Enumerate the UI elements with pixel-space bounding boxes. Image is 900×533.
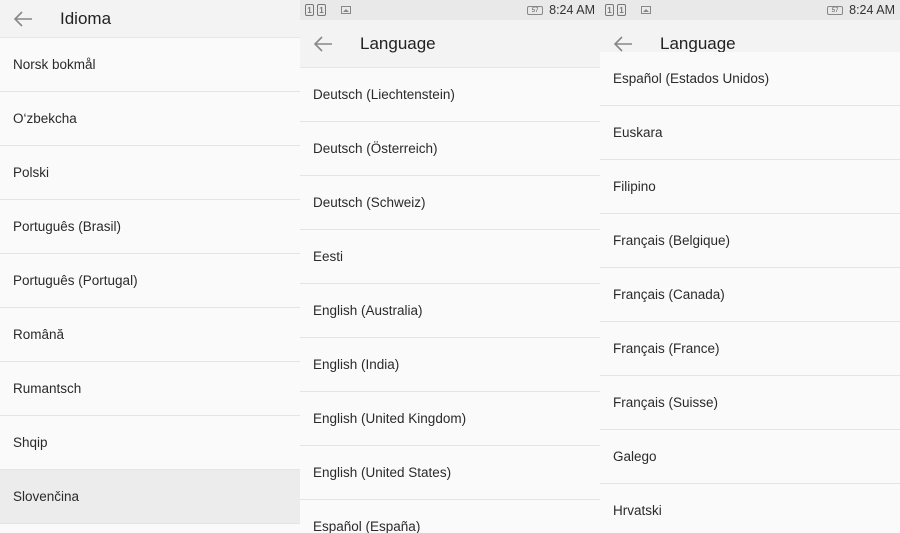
sim1-icon: 1 bbox=[605, 4, 614, 16]
language-item[interactable]: Rumantsch bbox=[0, 362, 300, 416]
language-list: Norsk bokmål O‘zbekcha Polski Português … bbox=[0, 38, 300, 524]
image-notification-icon bbox=[341, 6, 351, 14]
language-item[interactable]: Deutsch (Österreich) bbox=[300, 122, 600, 176]
back-arrow-icon[interactable] bbox=[312, 33, 334, 55]
language-item[interactable]: Español (España) bbox=[300, 500, 600, 533]
status-bar: 1 1 57 8:24 AM bbox=[300, 0, 600, 20]
status-time: 8:24 AM bbox=[549, 3, 595, 17]
language-item[interactable]: English (United States) bbox=[300, 446, 600, 500]
app-bar: Language bbox=[300, 20, 600, 68]
sim2-icon: 1 bbox=[317, 4, 326, 16]
sim2-icon: 1 bbox=[617, 4, 626, 16]
language-item[interactable]: Galego bbox=[600, 430, 900, 484]
back-arrow-icon[interactable] bbox=[12, 8, 34, 30]
screen-language-1: 1 1 57 8:24 AM Language Deutsch (Liechte… bbox=[300, 0, 600, 533]
language-item[interactable]: Norsk bokmål bbox=[0, 38, 300, 92]
screen-idioma: Idioma Norsk bokmål O‘zbekcha Polski Por… bbox=[0, 0, 300, 533]
language-item[interactable]: Shqip bbox=[0, 416, 300, 470]
language-item[interactable]: English (India) bbox=[300, 338, 600, 392]
language-item[interactable]: Español (Estados Unidos) bbox=[600, 52, 900, 106]
language-item[interactable]: Português (Portugal) bbox=[0, 254, 300, 308]
language-list: Deutsch (Liechtenstein) Deutsch (Österre… bbox=[300, 68, 600, 533]
sim1-icon: 1 bbox=[305, 4, 314, 16]
app-bar: Idioma bbox=[0, 0, 300, 38]
language-item[interactable]: Français (Belgique) bbox=[600, 214, 900, 268]
language-item[interactable]: Deutsch (Liechtenstein) bbox=[300, 68, 600, 122]
page-title: Language bbox=[360, 33, 436, 53]
language-item[interactable]: English (Australia) bbox=[300, 284, 600, 338]
language-item[interactable]: Filipino bbox=[600, 160, 900, 214]
language-item[interactable]: Deutsch (Schweiz) bbox=[300, 176, 600, 230]
screen-language-2: 1 1 57 8:24 AM Language Español (Estados… bbox=[600, 0, 900, 533]
language-item[interactable]: Français (Suisse) bbox=[600, 376, 900, 430]
status-bar: 1 1 57 8:24 AM bbox=[600, 0, 900, 20]
language-item[interactable]: Slovenčina bbox=[0, 470, 300, 524]
language-item[interactable]: Română bbox=[0, 308, 300, 362]
page-title: Idioma bbox=[60, 8, 112, 28]
language-item[interactable]: O‘zbekcha bbox=[0, 92, 300, 146]
image-notification-icon bbox=[641, 6, 651, 14]
language-item[interactable]: English (United Kingdom) bbox=[300, 392, 600, 446]
language-item[interactable]: Polski bbox=[0, 146, 300, 200]
language-item[interactable]: Français (France) bbox=[600, 322, 900, 376]
language-item[interactable]: Português (Brasil) bbox=[0, 200, 300, 254]
language-item[interactable]: Hrvatski bbox=[600, 484, 900, 533]
language-item[interactable]: Français (Canada) bbox=[600, 268, 900, 322]
battery-icon: 57 bbox=[527, 5, 544, 15]
status-time: 8:24 AM bbox=[849, 3, 895, 17]
page-title: Language bbox=[660, 33, 736, 53]
battery-icon: 57 bbox=[827, 5, 844, 15]
language-item[interactable]: Euskara bbox=[600, 106, 900, 160]
language-item[interactable]: Eesti bbox=[300, 230, 600, 284]
language-list: Español (Estados Unidos) Euskara Filipin… bbox=[600, 52, 900, 533]
